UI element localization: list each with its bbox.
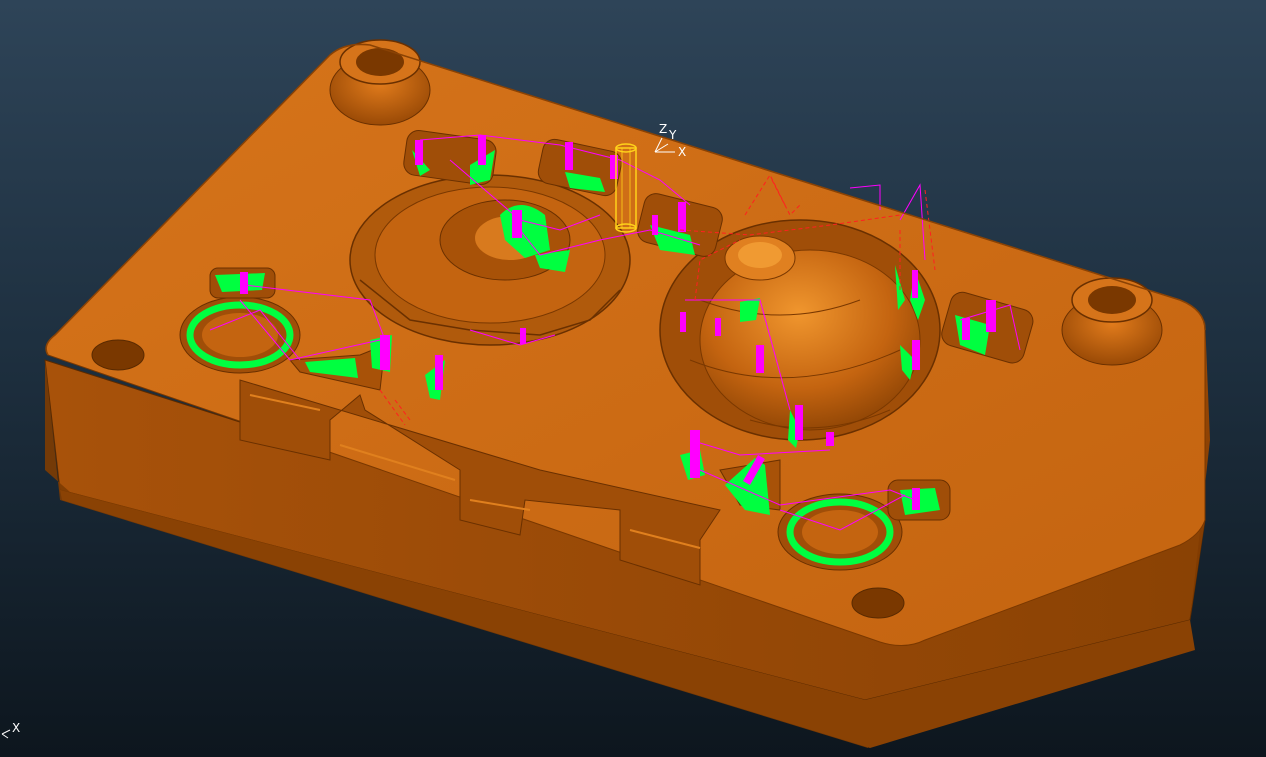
world-axis-x-label: X	[12, 721, 20, 735]
mold-model-scene[interactable]: Z Y X	[0, 0, 1266, 757]
axis-x-label: X	[678, 145, 686, 159]
3d-viewport[interactable]: Z Y X X	[0, 0, 1266, 757]
dome-surface	[699, 249, 921, 431]
world-axis-indicator: X	[1, 721, 20, 739]
boss-right	[1061, 277, 1163, 366]
bolt-hole-front	[851, 587, 905, 619]
axis-y-label: Y	[668, 128, 677, 142]
boss-top-left	[329, 39, 431, 126]
axis-z-label: Z	[659, 122, 667, 136]
bolt-hole-left	[91, 339, 145, 371]
